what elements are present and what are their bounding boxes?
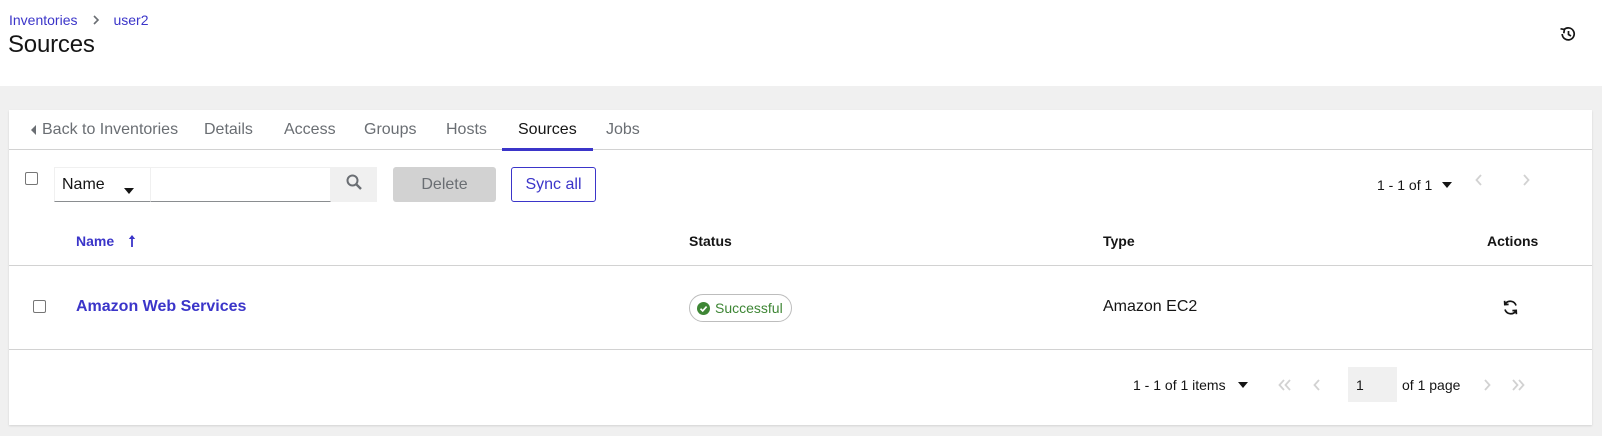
tab-jobs[interactable]: Jobs xyxy=(590,110,656,150)
pagination-range: 1 - 1 of 1 xyxy=(1377,177,1433,193)
items-per-page-toggle[interactable]: 1 - 1 of 1 items xyxy=(1133,376,1248,394)
pagination-footer: 1 - 1 of 1 items of 1 page xyxy=(9,350,1592,425)
chevron-right-icon xyxy=(92,15,100,25)
tab-groups[interactable]: Groups xyxy=(348,110,432,150)
column-header-type: Type xyxy=(1103,233,1135,249)
caret-down-icon xyxy=(1442,182,1453,188)
caret-down-icon xyxy=(124,181,134,199)
toolbar: Name Delete Sync all 1 - 1 of 1 xyxy=(9,150,1592,220)
page-count-label: of 1 page xyxy=(1402,377,1461,393)
source-type: Amazon EC2 xyxy=(1103,298,1198,315)
long-arrow-up-icon xyxy=(128,234,136,248)
tab-back-to-inventories[interactable]: Back to Inventories xyxy=(15,110,194,150)
tab-label: Back to Inventories xyxy=(42,121,179,138)
tab-sources[interactable]: Sources xyxy=(502,110,593,151)
column-label: Name xyxy=(76,233,115,249)
angle-double-right-icon[interactable] xyxy=(1506,373,1530,397)
angle-right-icon[interactable] xyxy=(1514,168,1538,192)
table-header: Name Status Type Actions xyxy=(9,220,1592,266)
caret-down-icon xyxy=(1237,382,1248,388)
items-range: 1 - 1 of 1 items xyxy=(1133,377,1226,393)
sync-all-button[interactable]: Sync all xyxy=(511,167,596,202)
page-title: Sources xyxy=(8,31,95,58)
tab-label: Sources xyxy=(518,121,577,138)
column-header-name[interactable]: Name xyxy=(76,233,136,249)
pagination-toggle[interactable]: 1 - 1 of 1 xyxy=(1377,176,1453,194)
caret-left-icon xyxy=(31,125,37,135)
delete-button[interactable]: Delete xyxy=(393,167,496,202)
check-circle-icon xyxy=(697,301,710,315)
tab-label: Jobs xyxy=(606,121,640,138)
filter-field-select[interactable]: Name xyxy=(54,167,151,202)
angle-double-left-icon[interactable] xyxy=(1273,373,1297,397)
tab-bar: Back to Inventories Details Access Group… xyxy=(9,110,1592,151)
page-number-input[interactable] xyxy=(1348,367,1397,402)
tab-access[interactable]: Access xyxy=(268,110,352,150)
page-header: Inventories user2 Sources xyxy=(0,0,1602,86)
filter-field-value: Name xyxy=(62,175,105,193)
select-all-checkbox[interactable] xyxy=(25,172,38,185)
angle-right-icon[interactable] xyxy=(1475,373,1499,397)
tab-hosts[interactable]: Hosts xyxy=(430,110,503,150)
status-label: Successful xyxy=(715,300,783,316)
search-button[interactable] xyxy=(331,167,377,202)
status-badge: Successful xyxy=(689,294,792,322)
table-row: Amazon Web Services Successful Amazon EC… xyxy=(9,266,1592,350)
angle-left-icon[interactable] xyxy=(1305,373,1329,397)
tab-label: Hosts xyxy=(446,121,487,138)
sync-icon[interactable] xyxy=(1499,296,1521,318)
history-icon[interactable] xyxy=(1556,22,1580,46)
search-icon xyxy=(346,174,362,195)
column-header-actions: Actions xyxy=(1487,233,1539,249)
breadcrumb: Inventories user2 xyxy=(9,11,149,29)
angle-left-icon[interactable] xyxy=(1467,168,1491,192)
row-checkbox[interactable] xyxy=(33,300,46,313)
source-name-link[interactable]: Amazon Web Services xyxy=(76,298,246,316)
tab-label: Access xyxy=(284,121,336,138)
sources-card: Back to Inventories Details Access Group… xyxy=(9,110,1592,425)
tab-label: Groups xyxy=(364,121,417,138)
search-input[interactable] xyxy=(150,167,331,202)
tab-label: Details xyxy=(204,121,253,138)
tab-details[interactable]: Details xyxy=(188,110,269,150)
column-header-status: Status xyxy=(689,233,732,249)
breadcrumb-user2[interactable]: user2 xyxy=(113,12,148,28)
breadcrumb-inventories[interactable]: Inventories xyxy=(9,12,77,28)
